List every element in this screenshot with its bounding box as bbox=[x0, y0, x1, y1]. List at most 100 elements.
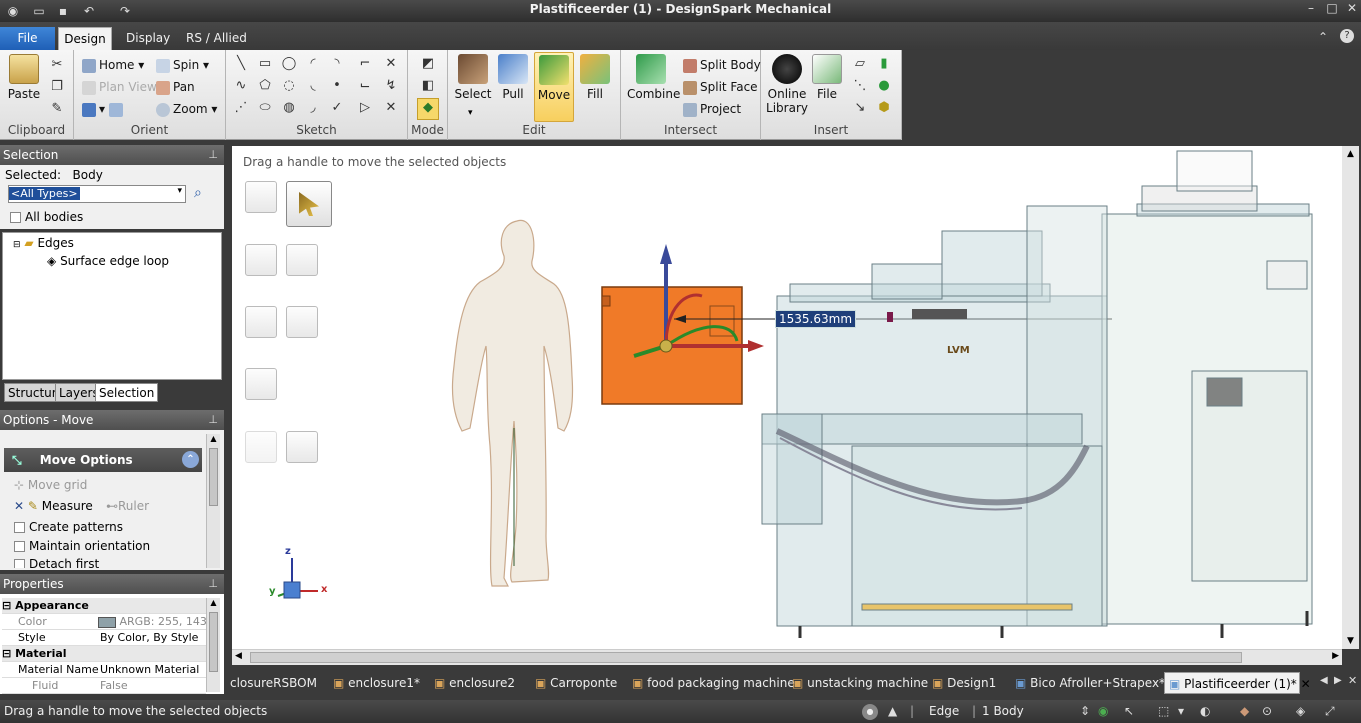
pan-button[interactable]: Pan bbox=[156, 77, 195, 97]
trim-icon[interactable]: ✕ bbox=[382, 55, 400, 73]
3d-viewport[interactable]: Drag a handle to move the selected objec… bbox=[232, 146, 1342, 649]
pin-icon[interactable]: ⊥ bbox=[208, 574, 218, 594]
measure-option[interactable]: ✕ ✎ Measure bbox=[14, 499, 93, 513]
warning-icon[interactable]: ▲ bbox=[888, 700, 897, 723]
doc-tab-plastificeerder[interactable]: ▣ Plastificeerder (1)* ✕ bbox=[1164, 672, 1311, 694]
doc-tab-bico-afroller[interactable]: ▣ Bico Afroller+Strapex* bbox=[1011, 672, 1165, 694]
close-button[interactable]: ✕ bbox=[1341, 0, 1361, 18]
triad-cube[interactable] bbox=[283, 581, 301, 599]
detach-first-checkbox[interactable]: Detach first bbox=[14, 557, 99, 568]
fluid-property[interactable]: Fluid False bbox=[2, 678, 206, 694]
shell-icon[interactable]: ⬢ bbox=[875, 99, 893, 117]
point-icon[interactable]: • bbox=[328, 77, 346, 95]
move-options-section[interactable]: ⤡ Move Options ⌃ bbox=[4, 448, 202, 472]
status-indicator-icon[interactable]: ● bbox=[862, 704, 878, 720]
select-dropdown-icon[interactable]: ▾ bbox=[468, 108, 473, 118]
doc-tab-food-packaging[interactable]: ▣ food packaging machine bbox=[628, 672, 795, 694]
create-patterns-checkbox[interactable]: Create patterns bbox=[14, 520, 123, 534]
zoom-extents-icon[interactable]: ⊙ bbox=[1262, 700, 1272, 723]
origin-icon[interactable]: ↘ bbox=[851, 99, 869, 117]
style-property[interactable]: Style By Color, By Style bbox=[2, 630, 206, 646]
maximize-button[interactable]: □ bbox=[1321, 0, 1343, 18]
collapse-icon[interactable]: ⊟ bbox=[2, 647, 11, 660]
copy-icon[interactable]: ❐ bbox=[48, 78, 66, 96]
offset-curve-icon[interactable]: ⌐ bbox=[356, 55, 374, 73]
move-grid-option[interactable]: ⊹ Move grid bbox=[14, 478, 87, 492]
rectangle-icon[interactable]: ▭ bbox=[256, 55, 274, 73]
splitter[interactable] bbox=[226, 146, 232, 666]
options-scrollbar[interactable]: ▲ bbox=[206, 434, 220, 568]
polygon-icon[interactable]: ⬠ bbox=[256, 77, 274, 95]
select-button[interactable]: Select bbox=[453, 54, 493, 101]
pointer-icon[interactable]: ↖ bbox=[1124, 700, 1134, 723]
three-point-circle-icon[interactable]: ◌ bbox=[280, 77, 298, 95]
collapse-icon[interactable]: ⊟ bbox=[2, 599, 11, 612]
plan-view-button[interactable]: Plan View bbox=[82, 77, 157, 97]
3d-mode-icon[interactable]: ◆ bbox=[417, 98, 439, 120]
sphere-icon[interactable]: ● bbox=[875, 77, 893, 95]
selection-filter[interactable]: Edge bbox=[929, 700, 959, 723]
section-mode-icon[interactable]: ◧ bbox=[419, 77, 437, 95]
viewport-vertical-scrollbar[interactable]: ▲ ▼ bbox=[1342, 146, 1359, 649]
collapse-section-icon[interactable]: ⌃ bbox=[182, 451, 199, 468]
material-icon[interactable]: ◆ bbox=[1240, 700, 1249, 723]
split-line-icon[interactable]: ▷ bbox=[356, 99, 374, 117]
dimension-readout[interactable]: 1535.63mm bbox=[775, 310, 857, 328]
viewport-horizontal-scrollbar[interactable]: ◀ ▶ bbox=[232, 649, 1342, 665]
minimize-button[interactable]: – bbox=[1300, 0, 1322, 18]
view-cube-button[interactable]: ▾ bbox=[82, 99, 126, 119]
arc-icon[interactable]: ◜ bbox=[304, 55, 322, 73]
online-library-button[interactable]: Online Library bbox=[764, 54, 810, 115]
expand-icon[interactable]: ⤢ bbox=[1325, 700, 1335, 723]
scroll-thumb[interactable] bbox=[209, 612, 218, 672]
doc-tab-closure-rsbom[interactable]: closureRSBOM bbox=[226, 672, 328, 694]
tangent-arc-icon[interactable]: ◟ bbox=[304, 77, 322, 95]
maintain-orientation-checkbox[interactable]: Maintain orientation bbox=[14, 539, 150, 553]
close-tab-icon[interactable]: ✕ bbox=[1301, 677, 1311, 691]
doc-tab-enclosure2[interactable]: ▣ enclosure2 bbox=[430, 672, 530, 694]
circle-icon[interactable]: ◯ bbox=[280, 55, 298, 73]
tab-display[interactable]: Display bbox=[116, 27, 180, 50]
scroll-thumb[interactable] bbox=[209, 448, 218, 506]
properties-scrollbar[interactable]: ▲ bbox=[206, 598, 220, 692]
appearance-category[interactable]: ⊟ Appearance bbox=[2, 598, 206, 614]
type-filter-select[interactable]: <All Types> ▾ bbox=[8, 185, 186, 203]
cut-icon[interactable]: ✂ bbox=[48, 56, 66, 74]
collapse-ribbon-icon[interactable]: ⌃ bbox=[1318, 30, 1328, 44]
help-icon[interactable]: ? bbox=[1340, 29, 1354, 43]
collapse-icon[interactable]: ⊟ bbox=[13, 240, 21, 250]
axis-icon[interactable]: ⋱ bbox=[851, 77, 869, 95]
plane-icon[interactable]: ▱ bbox=[851, 55, 869, 73]
split-body-button[interactable]: Split Body bbox=[683, 55, 761, 75]
paste-button[interactable]: Paste bbox=[4, 54, 44, 101]
ruler-option[interactable]: ⊷Ruler bbox=[106, 499, 149, 513]
all-bodies-checkbox[interactable]: All bodies bbox=[10, 210, 83, 224]
sketch-mode-icon[interactable]: ◩ bbox=[419, 55, 437, 73]
pin-icon[interactable]: ⊥ bbox=[208, 410, 218, 430]
construction-line-icon[interactable]: ⋰ bbox=[232, 99, 250, 117]
search-icon[interactable]: ⌕ bbox=[194, 185, 202, 201]
create-corner-icon[interactable]: ✓ bbox=[328, 99, 346, 117]
tab-file[interactable]: File bbox=[0, 27, 55, 50]
combine-button[interactable]: Combine bbox=[627, 54, 680, 101]
scroll-thumb[interactable] bbox=[250, 652, 1242, 663]
material-name-property[interactable]: Material NameUnknown Material bbox=[2, 662, 206, 678]
tab-design[interactable]: Design bbox=[58, 27, 112, 50]
zoom-button[interactable]: Zoom ▾ bbox=[156, 99, 217, 119]
move-button[interactable]: Move bbox=[534, 52, 574, 122]
pull-button[interactable]: Pull bbox=[493, 54, 533, 101]
tab-selection[interactable]: Selection bbox=[95, 383, 159, 402]
display-style-icon[interactable]: ◐ bbox=[1200, 700, 1210, 723]
line-icon[interactable]: ╲ bbox=[232, 55, 250, 73]
three-point-arc-icon[interactable]: ◍ bbox=[280, 99, 298, 117]
split-face-button[interactable]: Split Face bbox=[683, 77, 758, 97]
project-edges-icon[interactable]: ⌙ bbox=[356, 77, 374, 95]
fill-button[interactable]: Fill bbox=[575, 54, 615, 101]
scroll-tabs-left-icon[interactable]: ◀ bbox=[1320, 675, 1328, 686]
tab-rs-allied[interactable]: RS / Allied bbox=[176, 27, 257, 50]
move-anchor[interactable] bbox=[659, 339, 673, 353]
bend-icon[interactable]: ↯ bbox=[382, 77, 400, 95]
spin-button[interactable]: Spin ▾ bbox=[156, 55, 209, 75]
select-mode-icon[interactable]: ◉ bbox=[1098, 700, 1108, 723]
pin-icon[interactable]: ⊥ bbox=[208, 145, 218, 165]
